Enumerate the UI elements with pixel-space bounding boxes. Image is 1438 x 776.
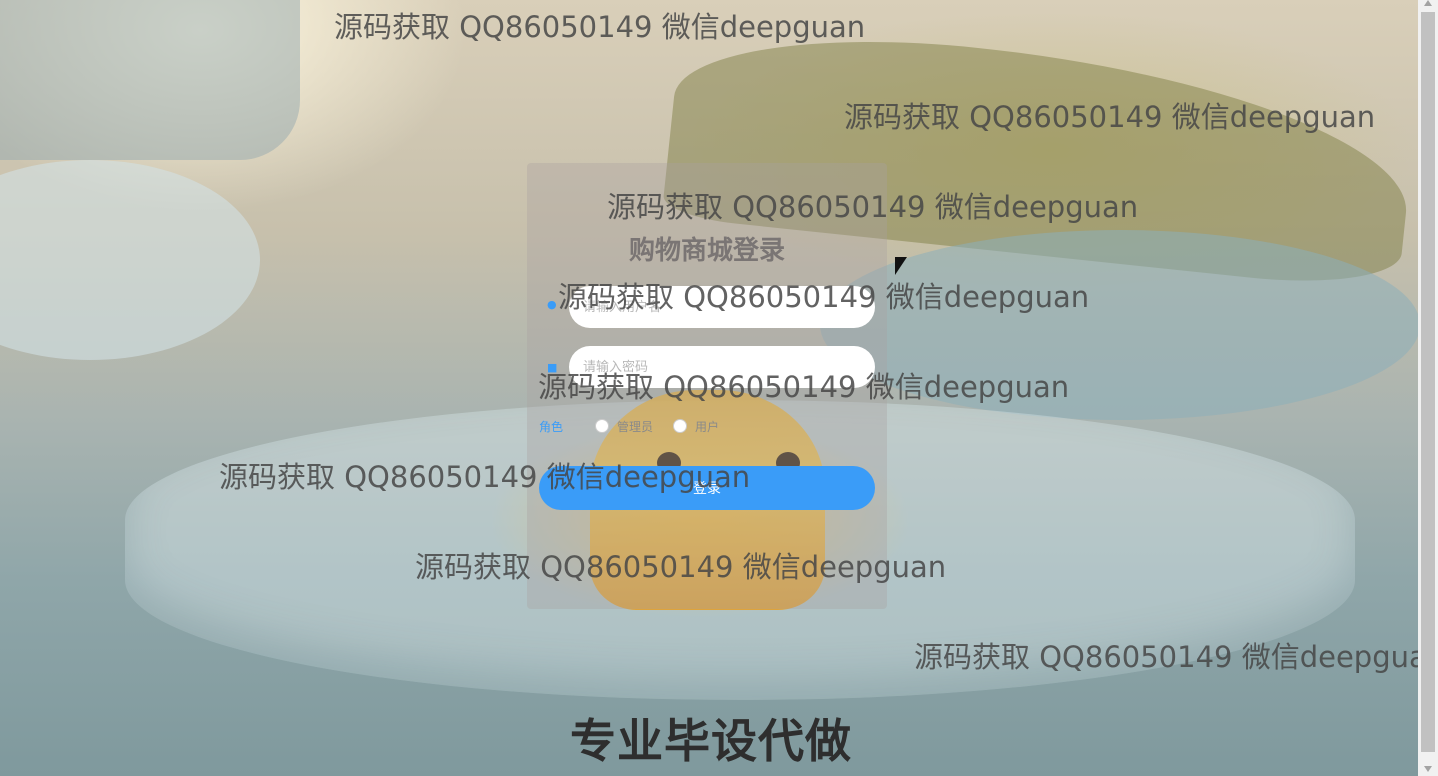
footer-watermark: 专业毕设代做: [570, 714, 852, 768]
lock-icon: ■: [547, 361, 558, 374]
login-panel: 购物商城登录 ● ■ 角色 管理员 用户 登录: [527, 163, 887, 609]
username-field: [569, 286, 875, 328]
mouse-cursor-icon: [895, 257, 907, 275]
cup-shape: [0, 0, 300, 160]
user-icon: ●: [547, 298, 557, 311]
role-label: 角色: [539, 420, 564, 434]
role-option-user: 用户: [695, 420, 720, 434]
username-input[interactable]: [569, 286, 875, 328]
vertical-scrollbar[interactable]: [1418, 0, 1438, 776]
bowl-shape: [0, 160, 260, 360]
scroll-thumb[interactable]: [1421, 12, 1435, 752]
password-field: [569, 346, 875, 388]
scroll-up-arrow-icon[interactable]: [1424, 0, 1432, 6]
role-row: 角色 管理员 用户: [539, 416, 879, 436]
login-title: 购物商城登录: [628, 236, 785, 266]
password-input[interactable]: [569, 346, 875, 388]
role-option-admin: 管理员: [617, 420, 654, 434]
role-radio-admin[interactable]: [595, 419, 609, 433]
dish-shape: [820, 230, 1418, 420]
scroll-down-arrow-icon[interactable]: [1424, 766, 1432, 772]
role-radio-user[interactable]: [673, 419, 687, 433]
login-button[interactable]: 登录: [539, 466, 875, 510]
